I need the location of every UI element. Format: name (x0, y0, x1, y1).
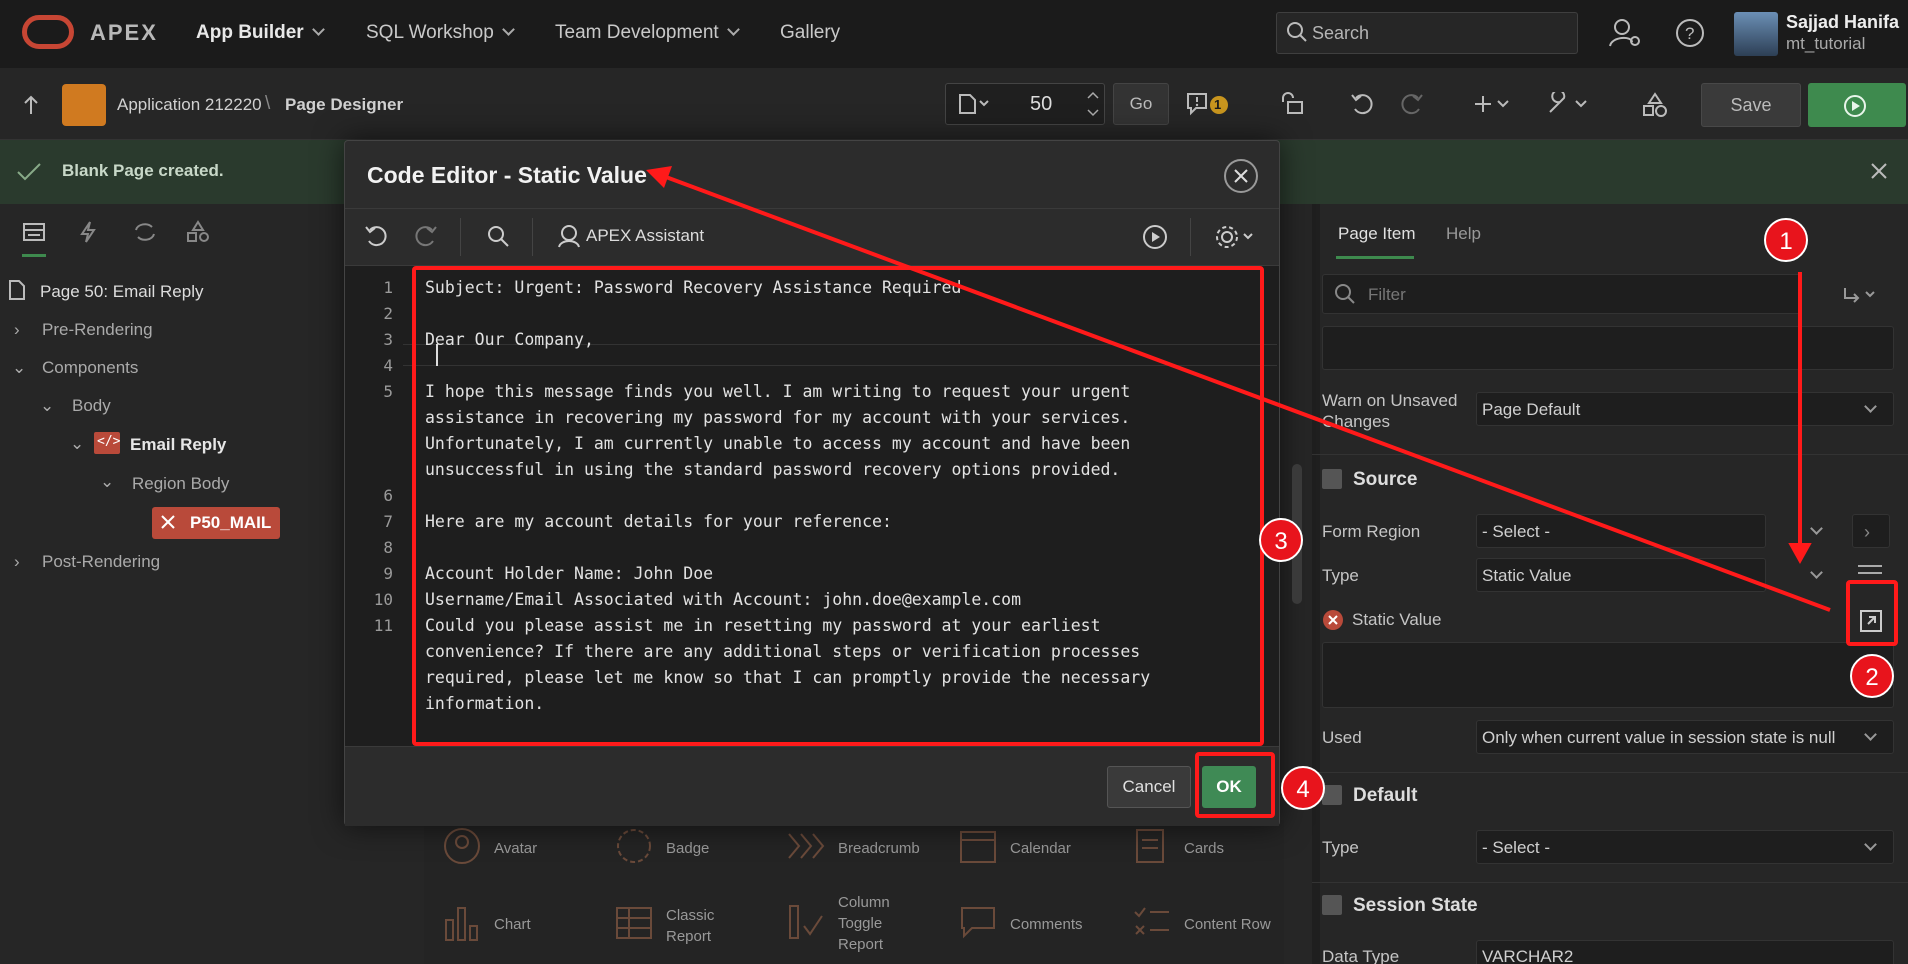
annotation-step-2: 2 (1850, 654, 1894, 698)
annotation-arrows (646, 166, 1831, 612)
annotation-step-1: 1 (1764, 218, 1808, 262)
annotation-step-4: 4 (1281, 766, 1325, 810)
annotation-step-3: 3 (1259, 518, 1303, 562)
